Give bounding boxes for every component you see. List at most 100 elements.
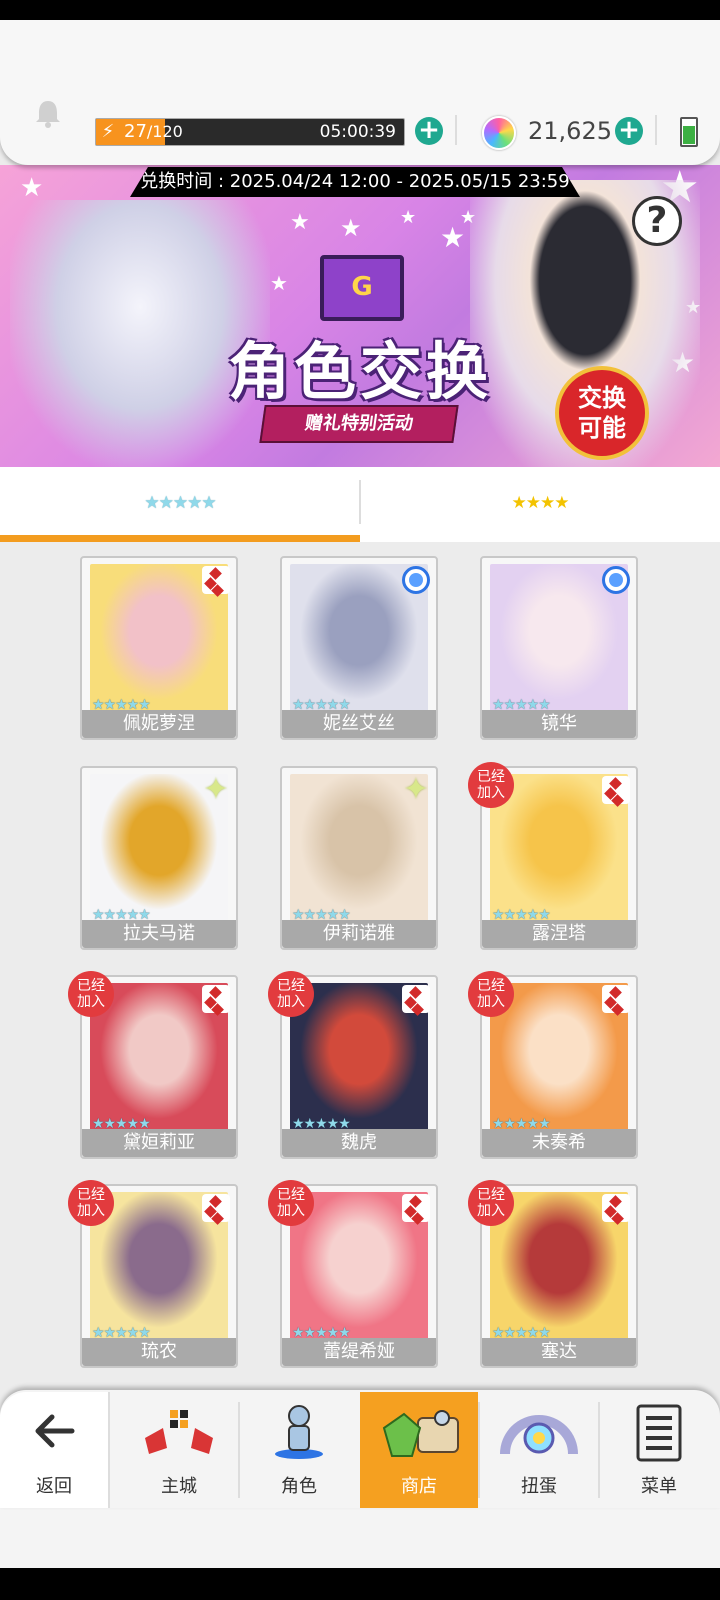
character-name: 露涅塔 bbox=[482, 920, 636, 948]
nav-castle-label: 主城 bbox=[161, 1476, 197, 1497]
already-joined-badge: 已经 加入 bbox=[468, 1180, 514, 1226]
joined-label-line-1: 已经 bbox=[77, 978, 105, 994]
character-card[interactable]: ★★★★★ 琉农 已经 加入 bbox=[68, 1180, 238, 1368]
already-joined-badge: 已经 加入 bbox=[68, 971, 114, 1017]
stamina-max: /120 bbox=[146, 122, 183, 141]
nav-divider bbox=[478, 1402, 480, 1498]
nav-bottom-strip bbox=[0, 1508, 720, 1568]
back-button[interactable]: 返回 bbox=[0, 1392, 110, 1508]
already-joined-badge: 已经 加入 bbox=[268, 1180, 314, 1226]
status-bar bbox=[0, 0, 720, 20]
diamond-element-icon bbox=[602, 1194, 630, 1222]
shop-icon bbox=[382, 1410, 459, 1457]
nav-menu[interactable]: 菜单 bbox=[600, 1392, 718, 1508]
joined-label-line-1: 已经 bbox=[477, 769, 505, 785]
nav-divider bbox=[598, 1402, 600, 1498]
gift-envelope-icon: G bbox=[320, 255, 404, 321]
character-icon bbox=[275, 1405, 323, 1459]
character-name: 镜华 bbox=[482, 710, 636, 738]
joined-label-line-2: 加入 bbox=[277, 1203, 305, 1219]
tab-4-star[interactable]: ★★★★ bbox=[360, 467, 720, 542]
nav-character[interactable]: 角色 bbox=[240, 1392, 358, 1508]
stamina-current: 27 bbox=[124, 121, 147, 142]
diamond-element-icon bbox=[202, 566, 230, 594]
nav-divider bbox=[238, 1402, 240, 1498]
spark-element-icon: ✦ bbox=[203, 772, 229, 807]
badge-line-2: 可能 bbox=[578, 414, 626, 442]
menu-icon bbox=[636, 1404, 682, 1462]
diamond-element-icon bbox=[202, 1194, 230, 1222]
character-grid: ★★★★★ 佩妮萝涅 ★★★★★ 妮丝艾丝 ★★★★★ 镜华 ★★★★★ ✦ 拉夫马诺 ★★★★★… bbox=[0, 542, 720, 1402]
tab-5-star-label: ★★★★★ bbox=[144, 493, 216, 513]
character-card[interactable]: ★★★★★ 佩妮萝涅 bbox=[80, 556, 238, 740]
gem-icon bbox=[482, 116, 516, 150]
tab-4-star-label: ★★★★ bbox=[511, 493, 570, 513]
nav-gacha-label: 扭蛋 bbox=[521, 1476, 557, 1497]
banner-character-left bbox=[10, 200, 270, 467]
joined-label-line-2: 加入 bbox=[77, 994, 105, 1010]
character-card[interactable]: ★★★★★ 蕾缇希娅 已经 加入 bbox=[268, 1180, 438, 1368]
character-card[interactable]: ★★★★★ 妮丝艾丝 bbox=[280, 556, 438, 740]
nav-shop[interactable]: 商店 bbox=[360, 1392, 478, 1508]
spark-element-icon: ✦ bbox=[403, 772, 429, 807]
gacha-icon bbox=[500, 1415, 578, 1455]
character-name: 琉农 bbox=[82, 1338, 236, 1366]
character-card[interactable]: ★★★★★ 露涅塔 已经 加入 bbox=[468, 762, 638, 950]
add-gems-button[interactable]: + bbox=[615, 117, 643, 145]
joined-label-line-1: 已经 bbox=[277, 978, 305, 994]
tab-divider bbox=[359, 480, 361, 524]
character-card[interactable]: ★★★★★ ✦ 伊莉诺雅 bbox=[280, 766, 438, 950]
system-navigation-bar bbox=[0, 1568, 720, 1600]
gem-count: 21,625 bbox=[528, 117, 612, 145]
diamond-element-icon bbox=[402, 1194, 430, 1222]
already-joined-badge: 已经 加入 bbox=[68, 1180, 114, 1226]
nav-gacha[interactable]: 扭蛋 bbox=[480, 1392, 598, 1508]
help-button[interactable]: ? bbox=[632, 196, 682, 246]
diamond-element-icon bbox=[602, 985, 630, 1013]
already-joined-badge: 已经 加入 bbox=[468, 762, 514, 808]
character-name: 塞达 bbox=[482, 1338, 636, 1366]
character-name: 妮丝艾丝 bbox=[282, 710, 436, 738]
diamond-element-icon bbox=[402, 985, 430, 1013]
active-tab-indicator bbox=[0, 535, 360, 542]
joined-label-line-2: 加入 bbox=[477, 785, 505, 801]
character-name: 伊莉诺雅 bbox=[282, 920, 436, 948]
character-card[interactable]: ★★★★★ 塞达 已经 加入 bbox=[468, 1180, 638, 1368]
stamina-timer: 05:00:39 bbox=[319, 122, 396, 142]
character-name: 拉夫马诺 bbox=[82, 920, 236, 948]
joined-label-line-1: 已经 bbox=[477, 1187, 505, 1203]
back-arrow-icon bbox=[35, 1414, 75, 1448]
character-card[interactable]: ★★★★★ ✦ 拉夫马诺 bbox=[80, 766, 238, 950]
stamina-value: 27/120 bbox=[124, 119, 183, 145]
stamina-bar: ⚡ 27/120 05:00:39 bbox=[95, 118, 405, 146]
circle-element-icon bbox=[402, 566, 430, 594]
joined-label-line-1: 已经 bbox=[477, 978, 505, 994]
character-card[interactable]: ★★★★★ 未奏希 已经 加入 bbox=[468, 971, 638, 1159]
character-name: 黛姮莉亚 bbox=[82, 1129, 236, 1157]
character-name: 魏虎 bbox=[282, 1129, 436, 1157]
joined-label-line-2: 加入 bbox=[477, 1203, 505, 1219]
battery-icon bbox=[680, 117, 698, 147]
character-card[interactable]: ★★★★★ 魏虎 已经 加入 bbox=[268, 971, 438, 1159]
tab-5-star[interactable]: ★★★★★ bbox=[0, 467, 360, 542]
divider bbox=[455, 115, 457, 145]
character-card[interactable]: ★★★★★ 黛姮莉亚 已经 加入 bbox=[68, 971, 238, 1159]
diamond-element-icon bbox=[602, 776, 630, 804]
joined-label-line-1: 已经 bbox=[277, 1187, 305, 1203]
character-name: 未奏希 bbox=[482, 1129, 636, 1157]
banner-subtitle: 赠礼特别活动 bbox=[259, 405, 459, 443]
castle-icon bbox=[145, 1410, 213, 1454]
badge-line-1: 交换 bbox=[578, 384, 626, 412]
add-stamina-button[interactable]: + bbox=[415, 117, 443, 145]
bell-icon[interactable] bbox=[30, 95, 66, 131]
divider bbox=[655, 115, 657, 145]
joined-label-line-2: 加入 bbox=[277, 994, 305, 1010]
nav-castle[interactable]: 主城 bbox=[120, 1392, 238, 1508]
joined-label-line-2: 加入 bbox=[477, 994, 505, 1010]
diamond-element-icon bbox=[202, 985, 230, 1013]
character-name: 蕾缇希娅 bbox=[282, 1338, 436, 1366]
character-name: 佩妮萝涅 bbox=[82, 710, 236, 738]
joined-label-line-1: 已经 bbox=[77, 1187, 105, 1203]
character-card[interactable]: ★★★★★ 镜华 bbox=[480, 556, 638, 740]
nav-character-label: 角色 bbox=[281, 1476, 317, 1497]
